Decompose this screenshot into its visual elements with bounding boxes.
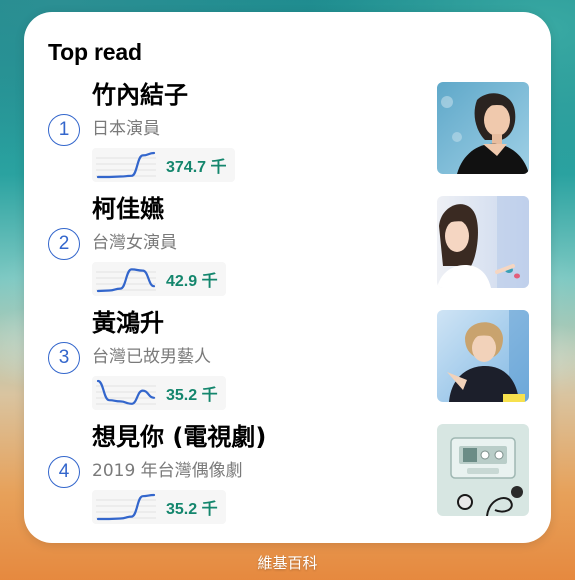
rank-badge: 2	[48, 228, 80, 260]
sparkline-chart	[96, 151, 156, 179]
page-views-count: 374.7 千	[166, 159, 227, 176]
list-item[interactable]: 3 黃鴻升 台灣已故男藝人 35.2 千	[48, 308, 529, 422]
page-views: 42.9 千	[92, 262, 226, 296]
article-thumbnail	[437, 310, 529, 402]
article-thumbnail	[437, 196, 529, 288]
article-title: 柯佳嬿	[92, 195, 164, 223]
list-item[interactable]: 2 柯佳嬿 台灣女演員 42.9 千	[48, 194, 529, 308]
page-views: 35.2 千	[92, 490, 226, 524]
sparkline-trend-line	[96, 268, 156, 293]
portrait-photo-icon	[437, 196, 529, 288]
rank-badge: 4	[48, 456, 80, 488]
top-read-widget[interactable]: Top read 1 竹內結子 日本演員 374.7 千 2 柯佳嬿 台灣女演員…	[24, 12, 551, 543]
list-item[interactable]: 1 竹內結子 日本演員 374.7 千	[48, 80, 529, 194]
page-views-count: 35.2 千	[166, 387, 218, 404]
app-name-label: 維基百科	[257, 554, 318, 572]
portrait-photo-icon	[437, 82, 529, 174]
page-views-count: 42.9 千	[166, 273, 218, 290]
article-title: 竹內結子	[92, 81, 188, 109]
sparkline-chart	[96, 379, 156, 405]
rank-badge: 3	[48, 342, 80, 374]
cassette-tape-photo-icon	[437, 424, 529, 516]
list-item[interactable]: 4 想見你 (電視劇) 2019 年台灣偶像劇 35.2 千	[48, 422, 529, 536]
article-thumbnail	[437, 82, 529, 174]
page-views: 35.2 千	[92, 376, 226, 410]
article-thumbnail	[437, 424, 529, 516]
sparkline-trend-line	[96, 493, 156, 521]
article-description: 台灣已故男藝人	[92, 347, 211, 367]
page-views: 374.7 千	[92, 148, 235, 182]
article-description: 日本演員	[92, 119, 160, 139]
rank-badge: 1	[48, 114, 80, 146]
top-read-list: 1 竹內結子 日本演員 374.7 千 2 柯佳嬿 台灣女演員 42.9 千 3…	[48, 80, 529, 536]
portrait-photo-icon	[437, 310, 529, 402]
article-title: 黃鴻升	[92, 309, 164, 337]
sparkline-chart	[96, 268, 156, 293]
article-description: 2019 年台灣偶像劇	[92, 461, 243, 481]
sparkline-trend-line	[96, 151, 156, 179]
widget-title: Top read	[48, 39, 142, 65]
page-views-count: 35.2 千	[166, 501, 218, 518]
article-description: 台灣女演員	[92, 233, 177, 253]
article-title: 想見你 (電視劇)	[92, 423, 267, 451]
sparkline-chart	[96, 493, 156, 521]
